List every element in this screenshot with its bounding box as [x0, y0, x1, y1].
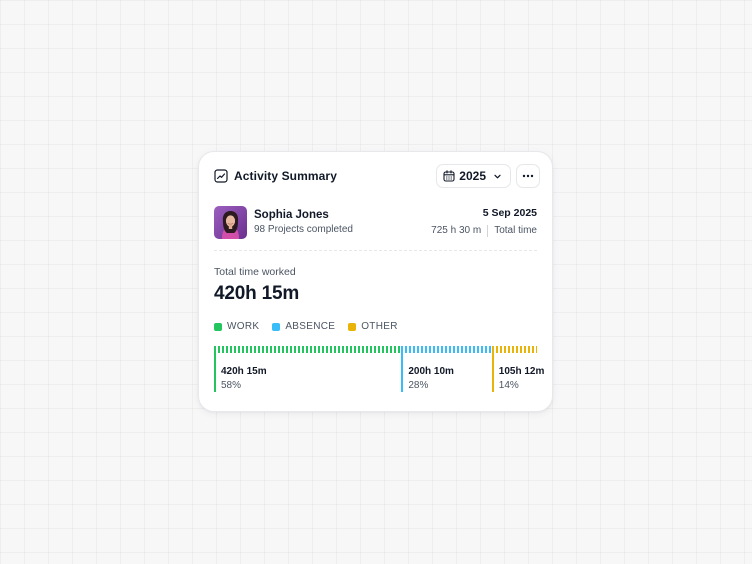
divider [214, 250, 537, 251]
more-options-button[interactable] [516, 164, 540, 188]
calendar-icon [443, 170, 455, 182]
user-profile-row: Sophia Jones 98 Projects completed 5 Sep… [214, 205, 537, 239]
segment-other: 105h 12m 14% [491, 346, 544, 394]
year-value: 2025 [459, 169, 486, 183]
legend-swatch [348, 322, 357, 331]
legend-swatch [214, 322, 222, 331]
card-header: Activity Summary 2025 [214, 164, 540, 188]
total-time-worked-value: 420h 15m [214, 283, 300, 304]
projects-completed: 98 Projects completed [254, 223, 353, 235]
chevron-down-icon [493, 172, 502, 181]
legend-swatch [272, 322, 281, 331]
user-name: Sophia Jones [254, 208, 329, 221]
year-select[interactable]: 2025 [436, 164, 511, 188]
segment-ticks [214, 346, 402, 353]
card-title: Activity Summary [234, 169, 337, 183]
segment-percent: 14% [498, 380, 519, 391]
total-time-label: Total time [494, 225, 537, 236]
legend-item-absence: ABSENCE [272, 321, 335, 332]
total-time-value: 725 h 30 m [431, 225, 482, 236]
segment-ticks [401, 346, 492, 353]
total-time-worked-label: Total time worked [214, 266, 296, 278]
legend-label: OTHER [361, 321, 398, 332]
segment-work: 420h 15m 58% [214, 346, 402, 394]
more-dots-icon [522, 174, 534, 178]
segment-ticks [491, 346, 537, 353]
segment-marker [491, 346, 494, 392]
legend-label: WORK [227, 321, 260, 332]
legend-item-other: OTHER [348, 321, 398, 332]
legend: WORK ABSENCE OTHER [214, 321, 411, 332]
summary-date: 5 Sep 2025 [482, 207, 537, 219]
legend-label: ABSENCE [285, 321, 336, 332]
activity-summary-card: Activity Summary 2025 Sophia Jones 98 Pr… [198, 151, 553, 412]
segment-marker [401, 346, 404, 392]
segment-value: 200h 10m [408, 366, 454, 377]
trend-chart-icon [214, 169, 228, 183]
segment-percent: 28% [408, 380, 429, 391]
legend-item-work: WORK [214, 321, 259, 332]
segment-value: 420h 15m [221, 366, 267, 377]
time-distribution-bar: 420h 15m 58% 200h 10m 28% 105h 12m 14% [214, 346, 544, 394]
segment-marker [214, 346, 216, 392]
avatar [214, 205, 247, 239]
segment-percent: 58% [221, 380, 242, 391]
segment-value: 105h 12m [498, 366, 545, 377]
segment-absence: 200h 10m 28% [401, 346, 492, 394]
divider [487, 225, 489, 237]
